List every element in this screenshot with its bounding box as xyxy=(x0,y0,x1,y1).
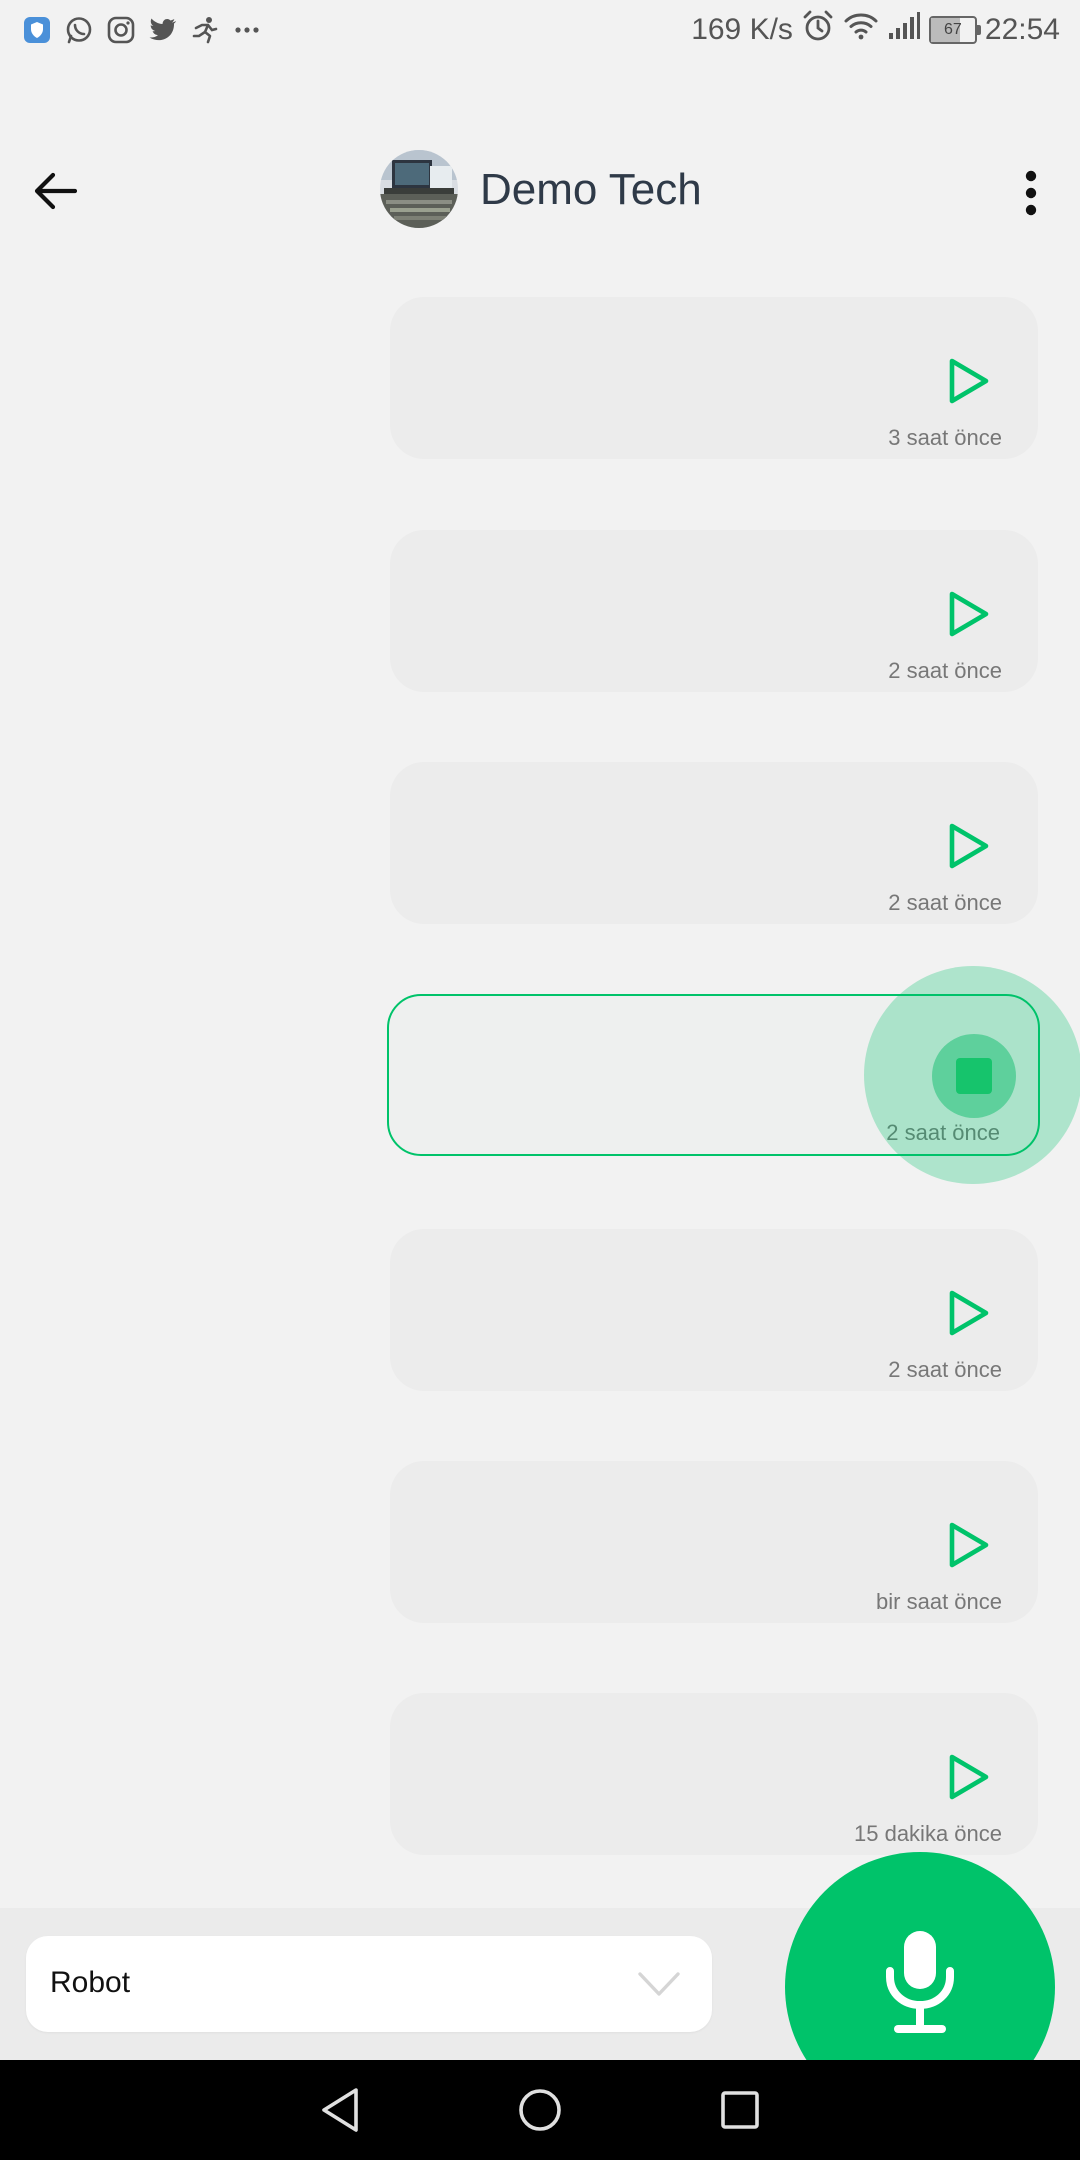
message-timestamp: 2 saat önce xyxy=(888,658,1002,683)
play-icon xyxy=(949,1522,989,1568)
microphone-icon xyxy=(886,1931,954,2033)
system-nav-bar xyxy=(0,2060,1080,2160)
circle-home-icon xyxy=(519,2089,561,2131)
play-button[interactable] xyxy=(938,1515,998,1575)
nav-recents-button[interactable] xyxy=(710,2080,770,2140)
chevron-down-icon xyxy=(638,1972,680,1996)
message-timestamp: 2 saat önce xyxy=(888,890,1002,915)
voice-message[interactable]: 3 saat önce xyxy=(390,297,1038,459)
voice-select-value: Robot xyxy=(50,1966,131,1999)
voice-message[interactable]: 15 dakika önce xyxy=(390,1693,1038,1855)
play-button[interactable] xyxy=(938,1747,998,1807)
play-icon xyxy=(949,1290,989,1336)
play-icon xyxy=(949,1754,989,1800)
square-recents-icon xyxy=(721,2091,759,2129)
play-button[interactable] xyxy=(938,1283,998,1343)
nav-home-button[interactable] xyxy=(510,2080,570,2140)
voice-message[interactable]: 2 saat önce xyxy=(390,1229,1038,1391)
triangle-back-icon xyxy=(322,2088,358,2132)
voice-message[interactable]: 2 saat önce xyxy=(390,530,1038,692)
voice-message[interactable]: bir saat önce xyxy=(390,1461,1038,1623)
play-button[interactable] xyxy=(938,584,998,644)
voice-message-playing[interactable]: 2 saat önce xyxy=(387,994,1040,1156)
play-button[interactable] xyxy=(938,351,998,411)
battery-level: 67 xyxy=(944,21,962,38)
voice-select[interactable]: Robot xyxy=(26,1936,712,2032)
play-button[interactable] xyxy=(938,816,998,876)
message-timestamp: 2 saat önce xyxy=(888,1357,1002,1382)
message-timestamp: bir saat önce xyxy=(876,1589,1002,1614)
message-timestamp: 2 saat önce xyxy=(886,1120,1000,1145)
message-list: 3 saat önce 2 saat önce 2 saat önce 2 sa… xyxy=(0,0,1080,1900)
screen: 169 K/s 67 22:54 Demo Tech 3 saat önce 2… xyxy=(0,0,1080,2160)
nav-back-button[interactable] xyxy=(310,2080,370,2140)
message-timestamp: 15 dakika önce xyxy=(854,1821,1002,1846)
play-icon xyxy=(949,358,989,404)
message-timestamp: 3 saat önce xyxy=(888,425,1002,450)
voice-message[interactable]: 2 saat önce xyxy=(390,762,1038,924)
play-icon xyxy=(949,591,989,637)
play-icon xyxy=(949,823,989,869)
